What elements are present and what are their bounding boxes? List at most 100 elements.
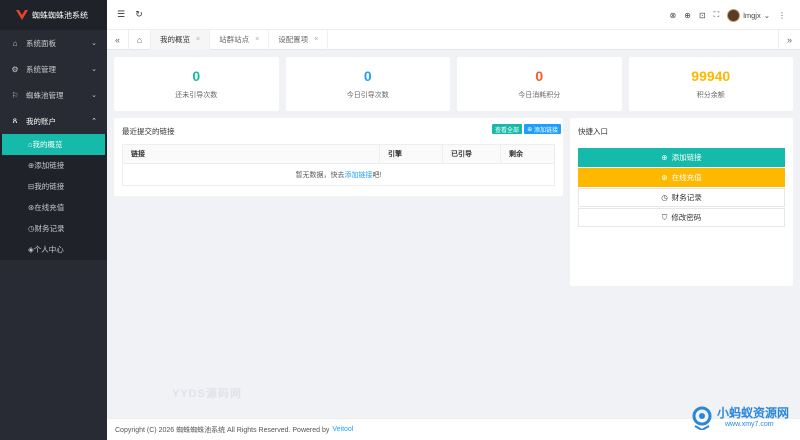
close-icon[interactable]: ×	[196, 36, 200, 43]
username: lmgjx	[743, 10, 761, 20]
account-submenu: ⌂ 我的概览 ⊕ 添加链接 ⊟ 我的链接 ⊛ 在线充值 ◷ 财务记录 ◈ 个人中心	[0, 134, 107, 260]
user-menu[interactable]: lmgjx ⌄	[727, 8, 770, 22]
sidebar-subitem-label: 我的概览	[32, 140, 63, 149]
stat-value: 0	[192, 68, 201, 84]
main-content: 0 还未引导次数 0 今日引导次数 0 今日消耗积分 99940 积分余额 最近…	[107, 50, 800, 418]
tab-sites[interactable]: 站群站点 ×	[210, 29, 270, 50]
table-empty-row: 暂无数据，快去 添加链接 吧!	[123, 164, 554, 185]
menu-toggle-icon[interactable]: ☰	[113, 9, 129, 20]
fullscreen-icon[interactable]: ⛶	[714, 10, 720, 20]
sidebar-subitem-label: 在线充值	[34, 203, 65, 212]
tab-label: 设配置项	[278, 35, 309, 44]
quick-button-label: 添加链接	[671, 153, 702, 162]
recharge-icon: ⊛	[661, 173, 668, 182]
column-header: 剩余	[509, 151, 523, 158]
tab-scroll-left-icon[interactable]: «	[107, 29, 129, 50]
stat-card: 0 今日消耗积分	[457, 57, 622, 111]
close-icon[interactable]: ×	[255, 36, 259, 43]
sidebar-subitem-label: 个人中心	[33, 245, 64, 254]
chevron-up-icon: ⌃	[91, 118, 97, 125]
tabbar: « ⌂ 我的概览 × 站群站点 × 设配置项 × »	[107, 29, 800, 50]
globe-icon[interactable]: ⊕	[684, 11, 691, 20]
sidebar-subitem-my-links[interactable]: ⊟ 我的链接	[0, 176, 107, 197]
quick-records-button[interactable]: ◷ 财务记录	[578, 188, 785, 207]
sidebar-item-system-panel[interactable]: ⌂ 系统面板 ⌄	[0, 30, 107, 56]
column-header: 引擎	[380, 144, 443, 164]
close-icon[interactable]: ×	[314, 36, 318, 43]
flag-icon: ⚐	[11, 90, 19, 100]
quick-password-button[interactable]: ⛉ 修改密码	[578, 208, 785, 227]
chevron-down-icon: ⌄	[91, 92, 97, 99]
footer-text: Copyright (C) 2026 蜘蛛蜘蛛池系统 All Rights Re…	[115, 426, 330, 434]
sidebar-item-my-account[interactable]: ጸ 我的账户 ⌃	[0, 108, 107, 134]
watermark-site-url: www.xmy7.com	[725, 421, 774, 428]
sidebar-item-system-manage[interactable]: ⚙ 系统管理 ⌄	[0, 56, 107, 82]
quick-button-label: 在线充值	[671, 173, 702, 182]
column-header: 已引导	[443, 144, 501, 164]
quick-recharge-button[interactable]: ⊛ 在线充值	[578, 168, 785, 187]
empty-add-link[interactable]: 添加链接	[345, 170, 373, 180]
sidebar-item-label: 蜘蛛池管理	[26, 90, 64, 100]
avatar	[727, 8, 741, 22]
stat-card: 99940 积分余额	[628, 57, 793, 111]
gear-icon: ⚙	[11, 64, 19, 74]
add-circle-icon: ⊕	[527, 126, 534, 133]
chevron-down-icon: ⌄	[91, 40, 97, 47]
clear-cache-icon[interactable]: ⊗	[669, 11, 676, 20]
stat-value: 0	[535, 68, 544, 84]
ant-logo-icon	[692, 406, 712, 430]
watermark-site-name: 小蚂蚁资源网	[717, 406, 790, 420]
sidebar-subitem-profile[interactable]: ◈ 个人中心	[0, 239, 107, 260]
sidebar-item-spider-pool[interactable]: ⚐ 蜘蛛池管理 ⌄	[0, 82, 107, 108]
stats-row: 0 还未引导次数 0 今日引导次数 0 今日消耗积分 99940 积分余额	[114, 57, 793, 111]
sidebar-subitem-add-link[interactable]: ⊕ 添加链接	[0, 155, 107, 176]
view-all-button[interactable]: 查看全部	[491, 124, 522, 134]
tab-config[interactable]: 设配置项 ×	[269, 29, 329, 50]
sidebar-item-label: 系统面板	[26, 38, 56, 48]
chevron-down-icon: ⌄	[91, 66, 97, 73]
more-vertical-icon[interactable]: ⋮	[778, 11, 786, 20]
sidebar: 蜘蛛蜘蛛池系统 ⌂ 系统面板 ⌄ ⚙ 系统管理 ⌄ ⚐ 蜘蛛池管理 ⌄ ጸ 我的…	[0, 0, 107, 440]
chevron-down-icon: ⌄	[763, 10, 770, 20]
tab-label: 我的概览	[160, 35, 190, 44]
stat-label: 还未引导次数	[175, 92, 218, 99]
sidebar-subitem-recharge[interactable]: ⊛ 在线充值	[0, 197, 107, 218]
links-table: 链接 引擎 已引导 剩余 暂无数据，快去 添加链接 吧!	[122, 144, 555, 186]
sidebar-subitem-records[interactable]: ◷ 财务记录	[0, 218, 107, 239]
footer-link[interactable]: Veitool	[332, 426, 353, 433]
watermark-yyds: YYDS源码网	[172, 388, 242, 400]
refresh-icon[interactable]: ↻	[131, 9, 147, 20]
add-circle-icon: ⊕	[661, 153, 668, 162]
tab-home-icon[interactable]: ⌂	[129, 29, 151, 50]
quick-button-label: 修改密码	[671, 213, 702, 222]
sidebar-subitem-label: 添加链接	[34, 161, 65, 170]
recent-links-panel: 最近提交的链接 查看全部 ⊕ 添加链接 链接 引擎 已引导 剩余 暂无数据，快去…	[114, 118, 563, 196]
sidebar-item-label: 我的账户	[26, 116, 56, 126]
empty-prefix: 暂无数据，快去	[295, 171, 345, 179]
stat-value: 99940	[691, 68, 731, 84]
empty-suffix: 吧!	[372, 171, 382, 179]
topbar: ☰ ↻ ⊗ ⊕ ⊡ ⛶ lmgjx ⌄ ⋮	[107, 0, 800, 30]
add-link-label: 添加链接	[533, 127, 558, 134]
lock-icon[interactable]: ⊡	[699, 11, 706, 20]
shield-icon: ⛉	[661, 212, 668, 222]
sidebar-subitem-label: 我的链接	[34, 182, 65, 191]
sidebar-subitem-overview[interactable]: ⌂ 我的概览	[2, 134, 105, 155]
add-link-button[interactable]: ⊕ 添加链接	[524, 124, 561, 134]
tab-scroll-right-icon[interactable]: »	[778, 30, 800, 50]
topbar-right: ⊗ ⊕ ⊡ ⛶ lmgjx ⌄ ⋮	[669, 0, 786, 30]
stat-card: 0 还未引导次数	[114, 57, 279, 111]
logo-icon	[16, 10, 28, 20]
panel-title: 快捷入口	[578, 127, 608, 136]
quick-add-link-button[interactable]: ⊕ 添加链接	[578, 148, 785, 167]
stat-label: 积分余额	[696, 92, 725, 99]
stat-label: 今日引导次数	[346, 92, 389, 99]
user-icon: ጸ	[12, 116, 18, 125]
stat-value: 0	[363, 68, 372, 84]
app-title: 蜘蛛蜘蛛池系统	[32, 10, 88, 20]
stat-card: 0 今日引导次数	[285, 57, 450, 111]
tab-overview[interactable]: 我的概览 ×	[151, 29, 211, 50]
brand[interactable]: 蜘蛛蜘蛛池系统	[0, 0, 107, 30]
panel-title: 最近提交的链接	[122, 127, 175, 136]
quick-entry-panel: 快捷入口 ⊕ 添加链接 ⊛ 在线充值 ◷ 财务记录 ⛉ 修改密码	[570, 118, 793, 286]
